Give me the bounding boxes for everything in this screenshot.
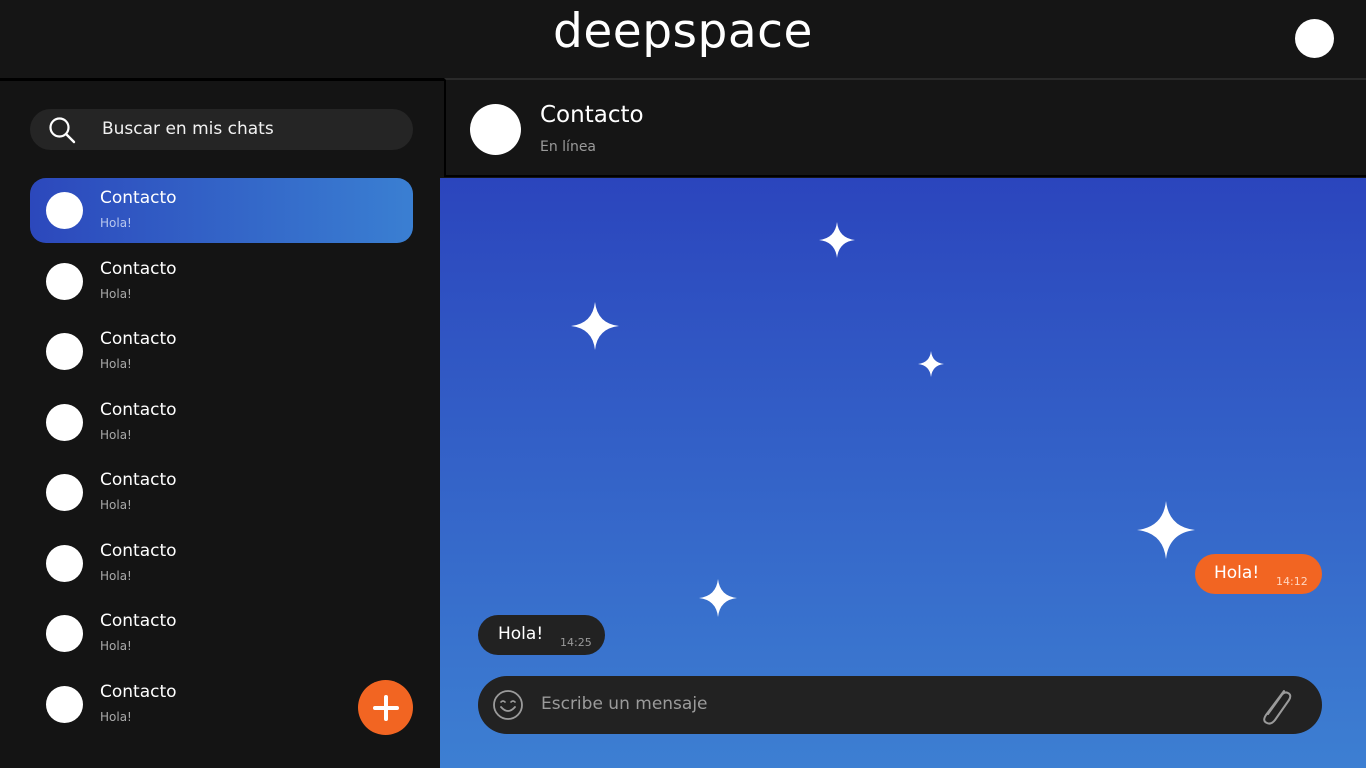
sparkle-decoration	[571, 302, 619, 350]
avatar	[46, 545, 83, 582]
conversation-header: Contacto En línea	[444, 78, 1366, 177]
contact-avatar[interactable]	[470, 104, 521, 155]
avatar	[46, 333, 83, 370]
message-text: Hola!	[498, 624, 544, 644]
avatar	[46, 686, 83, 723]
message-time: 14:12	[1276, 575, 1308, 588]
emoji-icon[interactable]	[492, 689, 524, 721]
sidebar: Buscar en mis chats Contacto Hola! Conta…	[0, 81, 440, 768]
chat-last-message: Hola!	[100, 216, 132, 230]
chat-last-message: Hola!	[100, 287, 132, 301]
search-icon	[49, 117, 76, 144]
chat-last-message: Hola!	[100, 357, 132, 371]
chat-last-message: Hola!	[100, 428, 132, 442]
message-composer: Escribe un mensaje	[478, 676, 1322, 734]
avatar	[46, 192, 83, 229]
message-text: Hola!	[1214, 563, 1260, 583]
paperclip-icon[interactable]	[1254, 685, 1294, 727]
chat-list-item[interactable]: Contacto Hola!	[30, 178, 413, 243]
chat-last-message: Hola!	[100, 498, 132, 512]
search-bar[interactable]: Buscar en mis chats	[30, 109, 413, 150]
contact-name: Contacto	[540, 102, 644, 128]
new-chat-button[interactable]	[358, 680, 413, 735]
outgoing-message[interactable]: Hola! 14:12	[1195, 554, 1322, 594]
incoming-message[interactable]: Hola! 14:25	[478, 615, 605, 655]
sparkle-decoration	[918, 351, 944, 377]
chat-contact-name: Contacto	[100, 682, 177, 702]
chat-list-item[interactable]: Contacto Hola!	[30, 601, 413, 666]
plus-icon	[372, 694, 399, 721]
avatar	[46, 474, 83, 511]
chat-contact-name: Contacto	[100, 259, 177, 279]
message-area: Hola! 14:12 Hola! 14:25 Escribe un mensa…	[440, 178, 1366, 768]
top-bar: deepspace	[0, 0, 1366, 78]
avatar	[46, 263, 83, 300]
chat-list-item[interactable]: Contacto Hola!	[30, 531, 413, 596]
message-input[interactable]: Escribe un mensaje	[541, 694, 708, 714]
chat-contact-name: Contacto	[100, 611, 177, 631]
sparkle-decoration	[1137, 501, 1195, 559]
search-input[interactable]: Buscar en mis chats	[102, 119, 274, 139]
brand-logo: deepspace	[553, 4, 813, 59]
sparkle-decoration	[699, 579, 737, 617]
chat-contact-name: Contacto	[100, 400, 177, 420]
avatar	[46, 615, 83, 652]
chat-contact-name: Contacto	[100, 329, 177, 349]
chat-contact-name: Contacto	[100, 470, 177, 490]
chat-contact-name: Contacto	[100, 541, 177, 561]
chat-last-message: Hola!	[100, 639, 132, 653]
chat-contact-name: Contacto	[100, 188, 177, 208]
sparkle-decoration	[819, 222, 855, 258]
user-avatar[interactable]	[1295, 19, 1334, 58]
message-time: 14:25	[560, 636, 592, 649]
chat-list-item[interactable]: Contacto Hola!	[30, 249, 413, 314]
chat-last-message: Hola!	[100, 569, 132, 583]
chat-list-item[interactable]: Contacto Hola!	[30, 672, 413, 737]
chat-list-item[interactable]: Contacto Hola!	[30, 390, 413, 455]
chat-list-item[interactable]: Contacto Hola!	[30, 319, 413, 384]
chat-last-message: Hola!	[100, 710, 132, 724]
contact-status: En línea	[540, 139, 597, 155]
avatar	[46, 404, 83, 441]
chat-list-item[interactable]: Contacto Hola!	[30, 460, 413, 525]
